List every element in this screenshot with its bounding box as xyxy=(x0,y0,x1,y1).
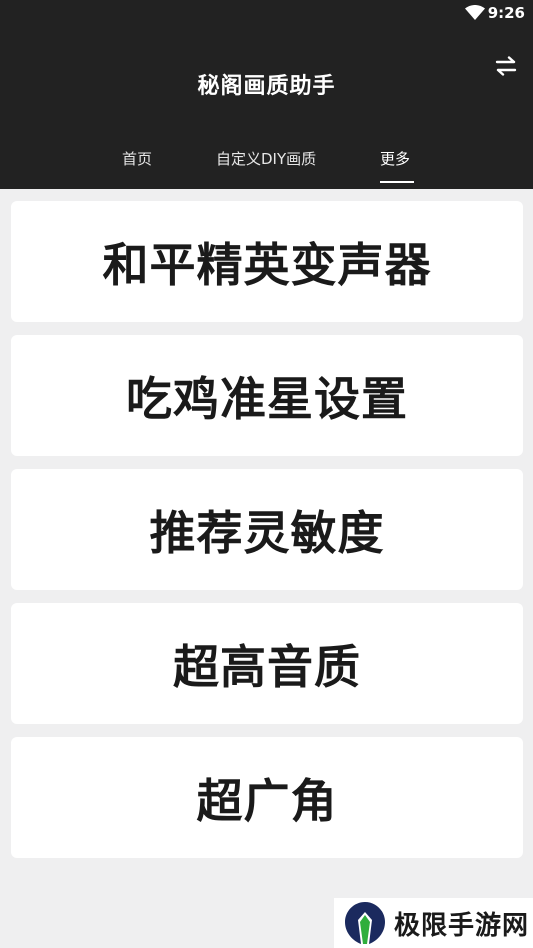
menu-item-voice-changer[interactable]: 和平精英变声器 xyxy=(11,201,523,322)
app-screen: 9:26 秘阁画质助手 首页 自定义DIY画质 更多 和平精英变声器 吃鸡准星设… xyxy=(0,0,533,948)
tab-label: 自定义DIY画质 xyxy=(216,150,317,168)
menu-item-ultra-audio[interactable]: 超高音质 xyxy=(11,603,523,724)
status-time: 9:26 xyxy=(487,4,525,22)
tab-custom-diy-quality[interactable]: 自定义DIY画质 xyxy=(216,145,316,189)
menu-item-label: 超高音质 xyxy=(173,639,361,694)
tab-more[interactable]: 更多 xyxy=(380,145,414,189)
tab-bar: 首页 自定义DIY画质 更多 xyxy=(0,145,533,189)
menu-item-label: 超广角 xyxy=(196,773,338,828)
watermark-text: 极限手游网 xyxy=(394,910,530,941)
swap-arrows-icon[interactable] xyxy=(495,56,517,76)
app-header: 9:26 秘阁画质助手 首页 自定义DIY画质 更多 xyxy=(0,0,533,189)
menu-item-wide-angle[interactable]: 超广角 xyxy=(11,737,523,858)
menu-item-recommended-sensitivity[interactable]: 推荐灵敏度 xyxy=(11,469,523,590)
watermark: 极限手游网 xyxy=(334,898,533,948)
page-title: 秘阁画质助手 xyxy=(197,74,336,99)
menu-item-label: 吃鸡准星设置 xyxy=(126,371,408,426)
tab-home[interactable]: 首页 xyxy=(122,145,152,189)
active-tab-indicator xyxy=(380,181,414,183)
watermark-logo-icon xyxy=(345,902,385,944)
menu-item-crosshair-settings[interactable]: 吃鸡准星设置 xyxy=(11,335,523,456)
menu-item-label: 和平精英变声器 xyxy=(102,237,432,292)
wifi-icon xyxy=(465,5,485,20)
menu-item-label: 推荐灵敏度 xyxy=(149,505,385,560)
tab-label: 更多 xyxy=(380,150,411,168)
menu-list: 和平精英变声器 吃鸡准星设置 推荐灵敏度 超高音质 超广角 xyxy=(11,201,523,871)
tab-label: 首页 xyxy=(122,150,153,168)
status-bar: 9:26 xyxy=(0,0,533,28)
